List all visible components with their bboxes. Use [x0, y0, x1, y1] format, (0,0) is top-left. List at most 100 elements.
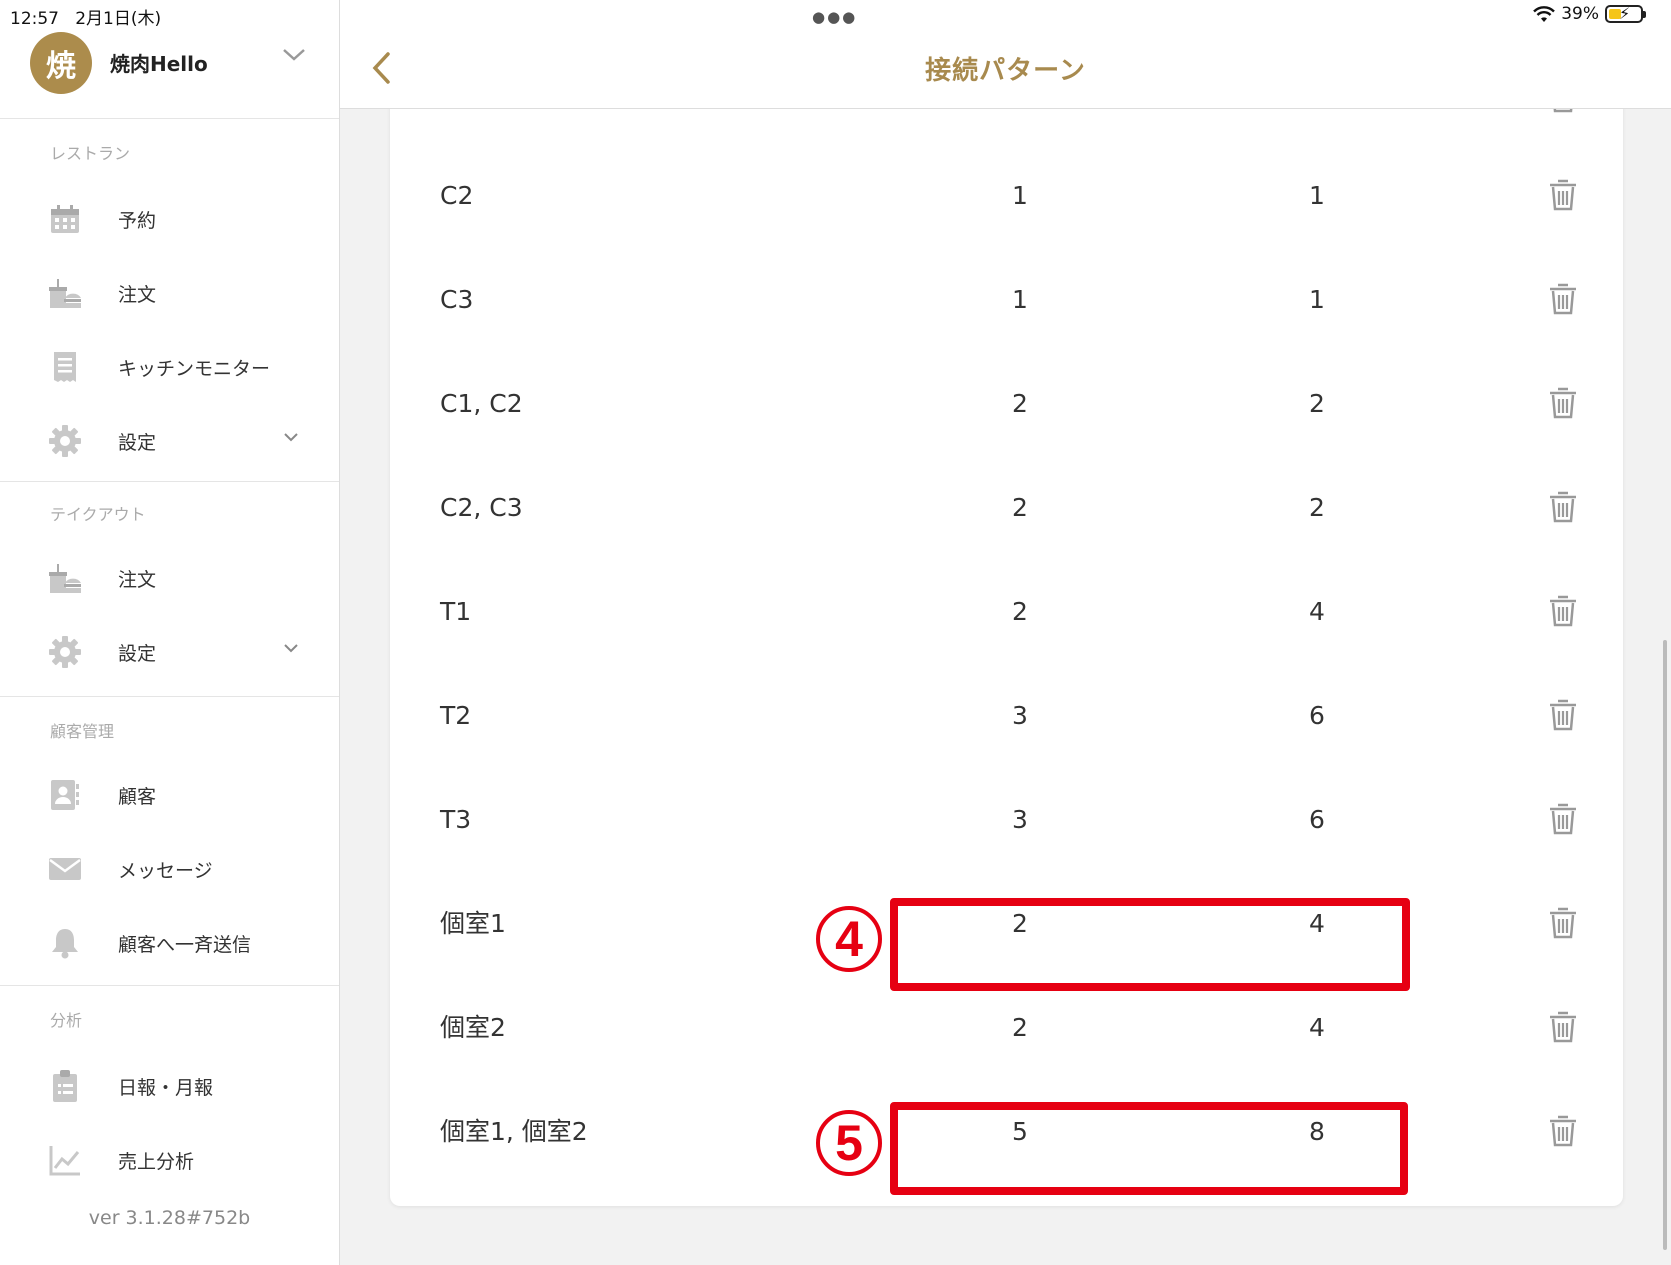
table-row[interactable]: C2 1 1	[390, 144, 1623, 248]
trash-icon[interactable]	[1548, 490, 1578, 524]
trash-icon[interactable]	[1548, 906, 1578, 940]
sidebar-item-broadcast[interactable]: 顧客へ一斉送信	[0, 914, 339, 974]
sidebar-item-label: 売上分析	[118, 1151, 195, 1173]
section-takeout: テイクアウト 注文 設定	[0, 481, 339, 697]
sidebar-item-takeout-order[interactable]: 注文	[0, 549, 339, 609]
min-guests: 2	[1012, 597, 1028, 626]
table-row[interactable]: C3 1 1	[390, 248, 1623, 352]
sidebar-item-label: 設定	[118, 643, 157, 665]
version-label: ver 3.1.28#752b	[88, 1207, 251, 1229]
pattern-name: 個室1	[440, 909, 506, 938]
annotation-highlight-box	[890, 1102, 1408, 1195]
min-guests: 1	[1012, 181, 1028, 210]
table-row[interactable]: C1, C2 2 2	[390, 352, 1623, 456]
sidebar: 焼 焼肉Hello レストラン 予約 注文 キッチンモニター 設定 テイクアウト…	[0, 0, 340, 1265]
gear-icon	[49, 425, 81, 457]
envelope-icon	[49, 858, 81, 880]
sidebar-item-label: キッチンモニター	[118, 358, 271, 380]
sidebar-item-reservation[interactable]: 予約	[0, 190, 339, 250]
table-row[interactable]: T2 3 6	[390, 664, 1623, 768]
chevron-down-icon[interactable]	[283, 643, 299, 653]
min-guests: 3	[1012, 805, 1028, 834]
section-title: 顧客管理	[50, 722, 115, 741]
sidebar-item-label: 顧客	[118, 786, 157, 808]
pattern-name: 個室2	[440, 1013, 506, 1042]
food-tray-icon	[49, 564, 81, 593]
battery-icon: ⚡	[1605, 4, 1646, 23]
wifi-icon	[1533, 5, 1556, 22]
section-customer: 顧客管理 顧客 メッセージ 顧客へ一斉送信	[0, 696, 339, 986]
line-chart-icon	[49, 1146, 80, 1176]
trash-icon[interactable]	[1548, 386, 1578, 420]
status-right: 39% ⚡	[1533, 4, 1646, 24]
receipt-icon	[54, 352, 76, 382]
food-tray-icon	[49, 279, 81, 308]
sidebar-item-order[interactable]: 注文	[0, 264, 339, 324]
sidebar-item-settings[interactable]: 設定	[0, 412, 339, 472]
table-row[interactable]: T1 2 4	[390, 560, 1623, 664]
page-title: 接続パターン	[925, 56, 1086, 86]
table-row[interactable]: C2, C3 2 2	[390, 456, 1623, 560]
min-guests: 3	[1012, 701, 1028, 730]
account-name: 焼肉Hello	[110, 52, 208, 76]
section-title: レストラン	[50, 144, 131, 163]
pattern-name: T2	[440, 701, 472, 730]
connection-pattern-table: C1 1 1 C2 1 1 C3 1 1 C1, C2 2 2 C2, C3 2…	[390, 40, 1623, 1206]
status-time: 12:57 2月1日(木)	[10, 9, 162, 29]
battery-percent: 39%	[1561, 4, 1599, 24]
sidebar-item-kitchen-monitor[interactable]: キッチンモニター	[0, 338, 339, 398]
sidebar-item-label: 注文	[118, 569, 157, 591]
annotation-marker-4: 4	[816, 906, 882, 972]
gear-icon	[49, 636, 81, 668]
sidebar-item-message[interactable]: メッセージ	[0, 840, 339, 900]
min-guests: 2	[1012, 493, 1028, 522]
max-guests: 6	[1309, 805, 1325, 834]
min-guests: 2	[1012, 1013, 1028, 1042]
account-switcher[interactable]: 焼 焼肉Hello	[0, 30, 339, 119]
sidebar-item-label: メッセージ	[118, 860, 213, 882]
min-guests: 2	[1012, 389, 1028, 418]
trash-icon[interactable]	[1548, 178, 1578, 212]
pattern-name: C1, C2	[440, 389, 523, 418]
max-guests: 4	[1309, 597, 1325, 626]
table-row[interactable]: 個室2 2 4	[390, 976, 1623, 1080]
trash-icon[interactable]	[1548, 282, 1578, 316]
trash-icon[interactable]	[1548, 802, 1578, 836]
trash-icon[interactable]	[1548, 594, 1578, 628]
scrollbar[interactable]	[1663, 640, 1667, 1250]
pattern-name: 個室1, 個室2	[440, 1117, 588, 1146]
annotation-marker-5: 5	[816, 1110, 882, 1176]
clipboard-icon	[53, 1070, 77, 1102]
annotation-highlight-box	[890, 898, 1410, 991]
sidebar-item-label: 設定	[118, 432, 157, 454]
sidebar-item-customer[interactable]: 顧客	[0, 766, 339, 826]
max-guests: 1	[1309, 181, 1325, 210]
section-restaurant: レストラン 予約 注文 キッチンモニター 設定	[0, 118, 339, 482]
max-guests: 2	[1309, 389, 1325, 418]
max-guests: 1	[1309, 285, 1325, 314]
contact-card-icon	[51, 780, 79, 810]
avatar: 焼	[30, 32, 92, 94]
section-title: 分析	[50, 1011, 83, 1030]
section-title: テイクアウト	[50, 505, 146, 524]
sidebar-item-sales-analysis[interactable]: 売上分析	[0, 1131, 339, 1191]
multitask-dots-icon[interactable]: ●●●	[812, 8, 857, 26]
sidebar-item-takeout-settings[interactable]: 設定	[0, 623, 339, 683]
sidebar-item-label: 注文	[118, 284, 157, 306]
min-guests: 1	[1012, 285, 1028, 314]
chevron-down-icon[interactable]	[282, 48, 306, 62]
trash-icon[interactable]	[1548, 1114, 1578, 1148]
status-bar: 12:57 2月1日(木) ●●● 39% ⚡	[0, 0, 1671, 30]
sidebar-item-label: 日報・月報	[118, 1077, 214, 1099]
chevron-down-icon[interactable]	[283, 432, 299, 442]
table-row[interactable]: T3 3 6	[390, 768, 1623, 872]
sidebar-item-daily-report[interactable]: 日報・月報	[0, 1057, 339, 1117]
max-guests: 2	[1309, 493, 1325, 522]
pattern-name: C3	[440, 285, 474, 314]
pattern-name: C2	[440, 181, 474, 210]
trash-icon[interactable]	[1548, 698, 1578, 732]
pattern-name: C2, C3	[440, 493, 523, 522]
trash-icon[interactable]	[1548, 1010, 1578, 1044]
section-analytics: 分析 日報・月報 売上分析	[0, 985, 339, 1195]
max-guests: 6	[1309, 701, 1325, 730]
